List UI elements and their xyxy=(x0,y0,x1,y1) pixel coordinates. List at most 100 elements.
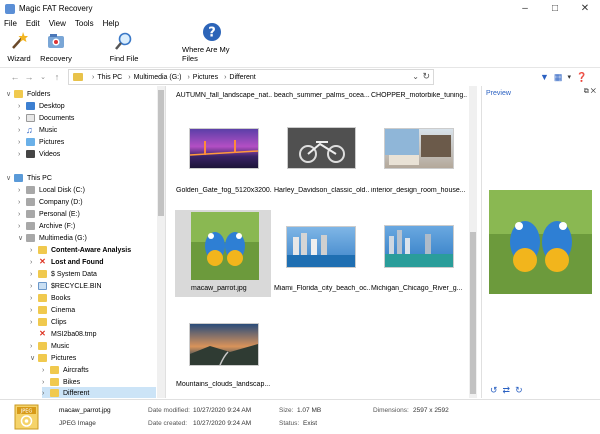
chevron-down-icon[interactable]: ∨ xyxy=(18,234,26,242)
chevron-down-icon[interactable]: ∨ xyxy=(30,354,38,362)
chevron-right-icon[interactable]: › xyxy=(30,271,38,278)
refresh-icon[interactable]: ↻ xyxy=(422,71,430,82)
chevron-right-icon[interactable]: › xyxy=(42,367,50,374)
flip-icon[interactable]: ⇄ xyxy=(503,385,511,396)
tree-item-clips[interactable]: › Clips xyxy=(30,316,67,328)
tree-item-aircrafts[interactable]: › Aircrafts xyxy=(42,364,89,376)
tree-item-recycle-bin[interactable]: › $RECYCLE.BIN xyxy=(30,280,102,292)
chevron-right-icon[interactable]: › xyxy=(42,390,50,397)
tree-item-cinema[interactable]: › Cinema xyxy=(30,304,75,316)
preview-pane-controls[interactable]: ⧉ ✕ xyxy=(584,88,596,96)
pane-help-icon[interactable]: ❓ xyxy=(576,72,587,83)
tree-item-different[interactable]: › Different xyxy=(42,387,156,398)
chevron-right-icon[interactable]: › xyxy=(30,259,38,266)
chevron-right-icon[interactable]: › xyxy=(18,199,26,206)
breadcrumb-multimedia[interactable]: Multimedia (G:) xyxy=(134,74,182,81)
tree-item-archive[interactable]: › Archive (F:) xyxy=(18,220,75,232)
menu-tools[interactable]: Tools xyxy=(75,19,94,28)
tree-item-folders[interactable]: ∨ Folders xyxy=(6,88,50,100)
tree-scrollbar-thumb[interactable] xyxy=(158,90,164,216)
chevron-right-icon[interactable]: › xyxy=(18,139,26,146)
chevron-right-icon[interactable]: › xyxy=(30,283,38,290)
file-name[interactable]: Miami_Florida_city_beach_oc... xyxy=(274,285,370,292)
chevron-right-icon[interactable]: › xyxy=(30,343,38,350)
file-name[interactable]: Harley_Davidson_classic_old... xyxy=(274,187,370,194)
tree-item-local-disk[interactable]: › Local Disk (C:) xyxy=(18,184,85,196)
tree-scrollbar[interactable] xyxy=(157,86,165,398)
file-name[interactable]: Golden_Gate_fog_5120x3200... xyxy=(176,187,272,194)
tree-item-this-pc[interactable]: ∨ This PC xyxy=(6,172,52,184)
close-button[interactable]: ✕ xyxy=(570,0,600,17)
chevron-right-icon[interactable]: › xyxy=(18,103,26,110)
chevron-right-icon[interactable]: › xyxy=(30,295,38,302)
file-name[interactable]: macaw_parrot.jpg xyxy=(191,285,287,292)
grid-scrollbar[interactable] xyxy=(469,86,477,398)
file-thumbnail[interactable] xyxy=(286,226,356,268)
wizard-button[interactable]: Wizard xyxy=(6,30,32,66)
grid-scrollbar-thumb[interactable] xyxy=(470,232,476,394)
back-icon[interactable]: ← xyxy=(8,72,22,82)
file-name[interactable]: Mountains_clouds_landscap... xyxy=(176,381,272,388)
chevron-right-icon[interactable]: › xyxy=(18,151,26,158)
chevron-right-icon[interactable]: › xyxy=(30,247,38,254)
chevron-down-icon[interactable]: ⌄ xyxy=(412,72,419,81)
tree-item-documents[interactable]: › Documents xyxy=(18,112,74,124)
chevron-right-icon[interactable]: › xyxy=(18,211,26,218)
chevron-right-icon[interactable]: › xyxy=(30,307,38,314)
tree-item-system-data[interactable]: › $ System Data xyxy=(30,268,97,280)
tree-item-pictures[interactable]: › Pictures xyxy=(18,136,64,148)
menu-file[interactable]: File xyxy=(4,19,17,28)
chevron-down-icon[interactable]: ∨ xyxy=(6,90,14,98)
maximize-button[interactable]: □ xyxy=(540,0,570,17)
file-name[interactable]: Michigan_Chicago_River_g... xyxy=(371,285,467,292)
rotate-left-icon[interactable]: ↺ xyxy=(490,385,498,396)
address-bar[interactable]: › This PC › Multimedia (G:) › Pictures ›… xyxy=(68,69,434,85)
tree-item-multimedia[interactable]: ∨ Multimedia (G:) xyxy=(18,232,87,244)
view-mode-icon[interactable]: ▦ xyxy=(554,72,563,83)
minimize-button[interactable]: – xyxy=(510,0,540,17)
chevron-right-icon[interactable]: › xyxy=(18,187,26,194)
breadcrumb-pictures[interactable]: Pictures xyxy=(193,74,218,81)
filter-icon[interactable]: ▼ xyxy=(540,72,549,82)
tree-item-music-folder[interactable]: › Music xyxy=(30,340,69,352)
history-dropdown-icon[interactable]: ⌄ xyxy=(36,73,50,81)
chevron-right-icon[interactable]: › xyxy=(30,319,38,326)
file-thumbnail[interactable] xyxy=(384,225,454,268)
recovery-button[interactable]: Recovery xyxy=(38,30,74,66)
find-file-button[interactable]: Find File xyxy=(108,30,140,66)
menu-help[interactable]: Help xyxy=(103,19,119,28)
chevron-right-icon[interactable]: › xyxy=(18,127,26,134)
file-thumbnail[interactable] xyxy=(189,128,259,169)
tree-item-lost-found[interactable]: › ✕ Lost and Found xyxy=(30,256,104,268)
tree-item-music[interactable]: › ♫ Music xyxy=(18,124,57,136)
file-thumbnail[interactable] xyxy=(287,127,356,169)
tree-item-msi-tmp[interactable]: ✕ MSI2ba08.tmp xyxy=(30,328,97,340)
breadcrumb-different[interactable]: Different xyxy=(229,74,255,81)
up-icon[interactable]: ↑ xyxy=(50,72,64,82)
tree-item-pictures-folder[interactable]: ∨ Pictures xyxy=(30,352,76,364)
chevron-right-icon[interactable]: › xyxy=(18,223,26,230)
file-name[interactable]: beach_summer_palms_ocea... xyxy=(274,92,370,99)
tree-item-content-aware[interactable]: › Content-Aware Analysis xyxy=(30,244,131,256)
rotate-right-icon[interactable]: ↻ xyxy=(515,385,523,396)
tree-item-personal[interactable]: › Personal (E:) xyxy=(18,208,80,220)
tree-item-company[interactable]: › Company (D:) xyxy=(18,196,83,208)
chevron-down-icon[interactable]: ∨ xyxy=(6,174,14,182)
file-thumbnail[interactable] xyxy=(189,323,259,366)
tree-item-books[interactable]: › Books xyxy=(30,292,70,304)
tree-item-videos[interactable]: › Videos xyxy=(18,148,60,160)
chevron-right-icon[interactable]: › xyxy=(18,115,26,122)
menu-edit[interactable]: Edit xyxy=(26,19,40,28)
tree-item-desktop[interactable]: › Desktop xyxy=(18,100,65,112)
view-dropdown-icon[interactable]: ▾ xyxy=(567,73,571,81)
file-thumbnail[interactable] xyxy=(384,128,454,169)
file-name[interactable]: CHOPPER_motorbike_tuning... xyxy=(371,92,467,99)
where-are-my-files-button[interactable]: ? Where Are My Files xyxy=(182,23,242,66)
file-thumbnail[interactable] xyxy=(191,212,259,280)
menu-view[interactable]: View xyxy=(49,19,66,28)
file-name[interactable]: interior_design_room_house... xyxy=(371,187,467,194)
breadcrumb-this-pc[interactable]: This PC xyxy=(97,74,122,81)
forward-icon[interactable]: → xyxy=(22,72,36,82)
chevron-right-icon[interactable]: › xyxy=(42,379,50,386)
file-name[interactable]: AUTUMN_fall_landscape_nat... xyxy=(176,92,272,99)
